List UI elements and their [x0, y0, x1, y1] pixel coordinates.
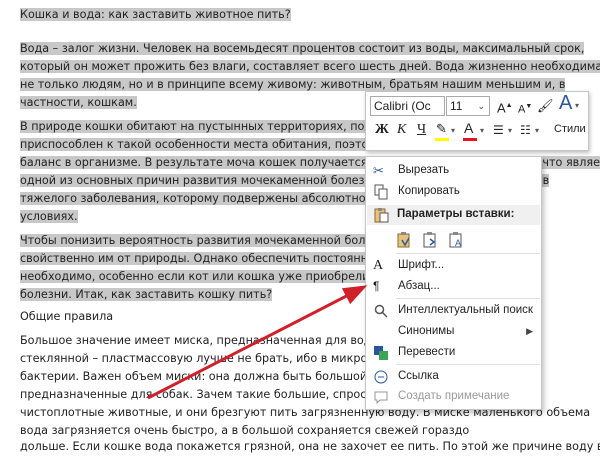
arrow-line [147, 285, 368, 400]
annotation-arrow [147, 285, 368, 400]
